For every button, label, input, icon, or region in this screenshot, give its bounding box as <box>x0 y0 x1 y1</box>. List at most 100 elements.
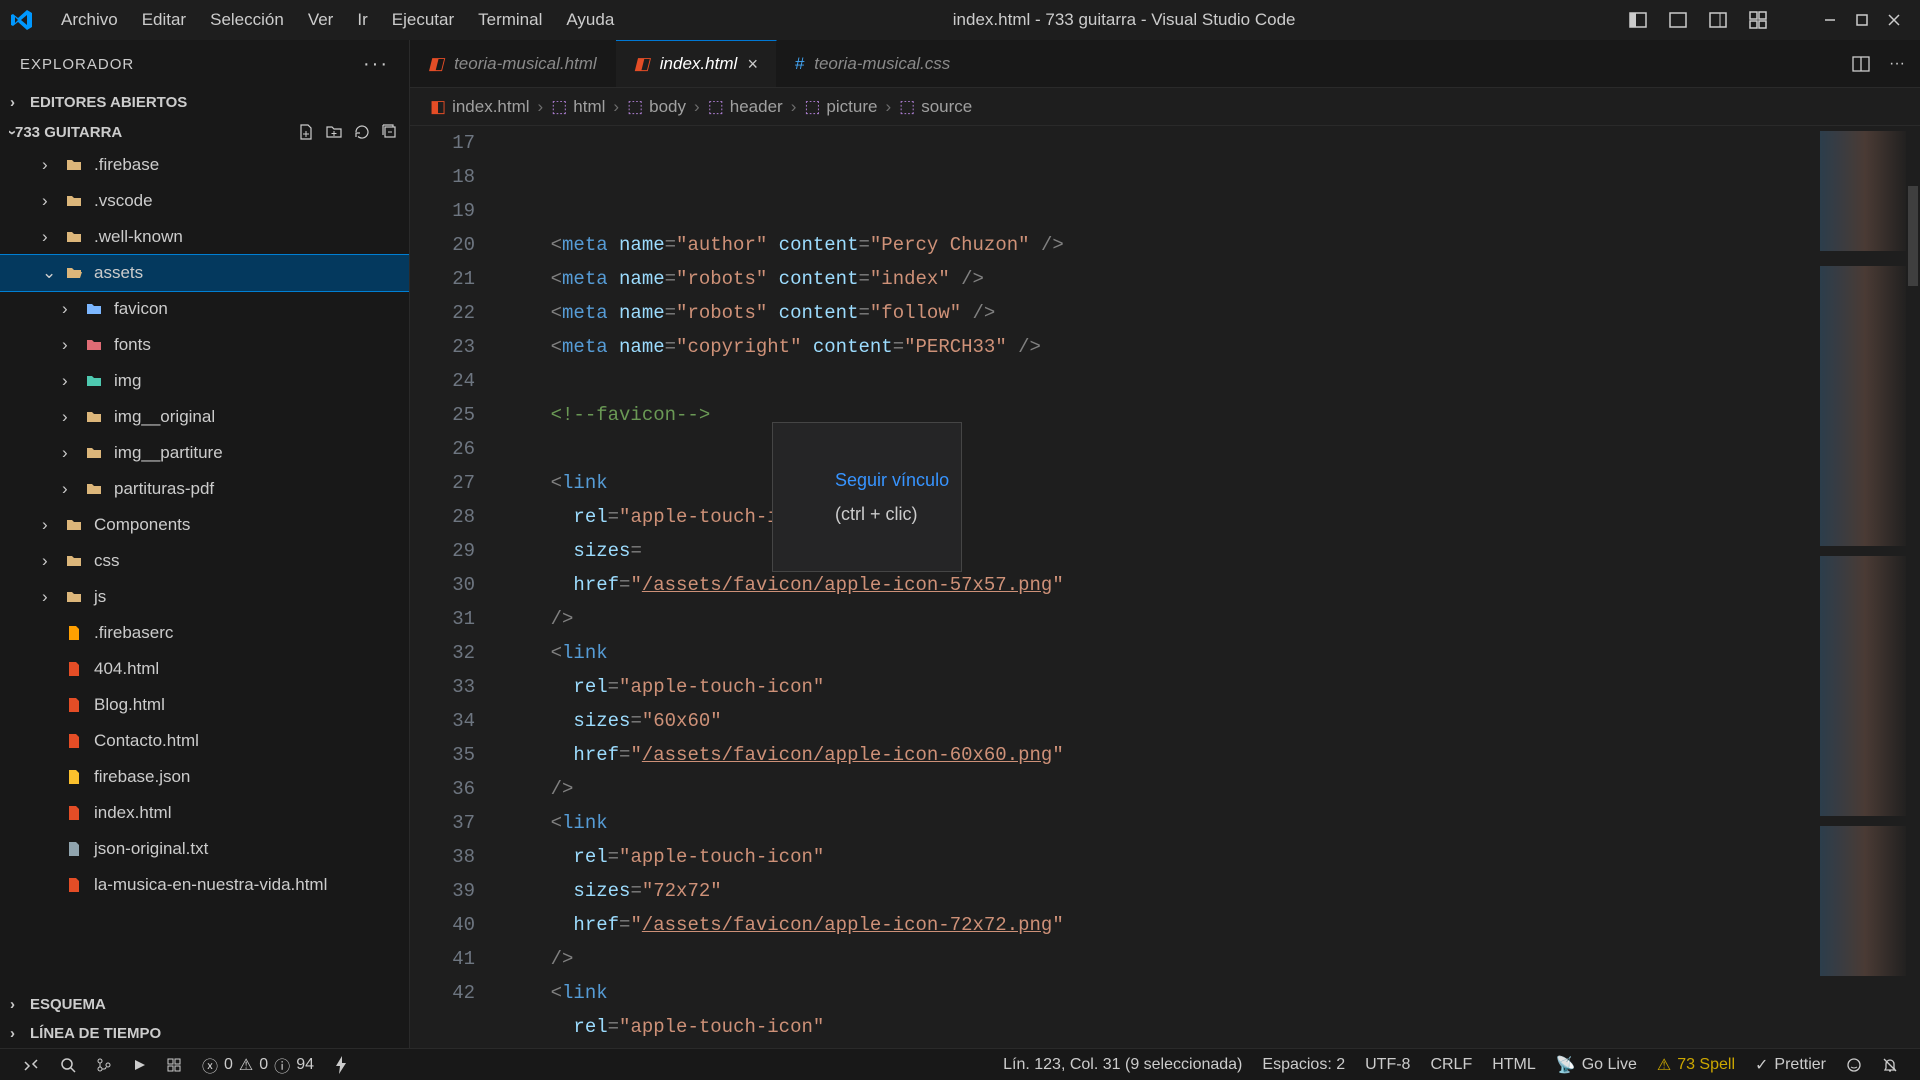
scrollbar-thumb[interactable] <box>1908 186 1918 286</box>
collapse-all-icon[interactable] <box>381 123 399 141</box>
tree-folder-favicon[interactable]: ›favicon <box>0 291 409 327</box>
code-line[interactable]: /> <box>505 942 1810 976</box>
breadcrumb-item[interactable]: ⬚picture <box>804 97 877 117</box>
tree-folder-assets[interactable]: ⌄assets <box>0 255 409 291</box>
close-tab-icon[interactable]: × <box>747 54 758 75</box>
code-line[interactable] <box>505 364 1810 398</box>
search-icon[interactable] <box>50 1057 86 1073</box>
menu-seleccion[interactable]: Selección <box>198 10 296 30</box>
tree-file-firebase-json[interactable]: firebase.json <box>0 759 409 795</box>
new-file-icon[interactable] <box>297 123 315 141</box>
eol-status[interactable]: CRLF <box>1420 1055 1482 1075</box>
code-line[interactable]: <link <box>505 466 1810 500</box>
code-line[interactable]: href="/assets/favicon/apple-icon-72x72.p… <box>505 908 1810 942</box>
code-line[interactable]: <meta name="author" content="Percy Chuzo… <box>505 228 1810 262</box>
tree-file-blog-html[interactable]: Blog.html <box>0 687 409 723</box>
debug-icon[interactable] <box>122 1058 156 1072</box>
menu-archivo[interactable]: Archivo <box>49 10 130 30</box>
code-line[interactable]: rel="apple-touch-icon" <box>505 670 1810 704</box>
source-control-icon[interactable] <box>86 1057 122 1073</box>
code-line[interactable]: <meta name="robots" content="follow" /> <box>505 296 1810 330</box>
menu-ver[interactable]: Ver <box>296 10 346 30</box>
code-line[interactable]: sizes= <box>505 534 1810 568</box>
extensions-icon[interactable] <box>156 1057 192 1073</box>
code-line[interactable]: sizes="72x72" <box>505 874 1810 908</box>
window-close-icon[interactable] <box>1878 4 1910 36</box>
language-status[interactable]: HTML <box>1482 1055 1546 1075</box>
menu-ir[interactable]: Ir <box>345 10 379 30</box>
code-line[interactable]: sizes="60x60" <box>505 704 1810 738</box>
editor-more-icon[interactable]: ··· <box>1889 55 1905 73</box>
open-editors-section[interactable]: › EDITORES ABIERTOS <box>0 88 409 117</box>
code-line[interactable]: rel="apple-touch-icon" <box>505 500 1810 534</box>
scrollbar[interactable] <box>1906 126 1920 1048</box>
code-content[interactable]: <meta name="author" content="Percy Chuzo… <box>505 126 1810 1048</box>
tree-file-json-original-txt[interactable]: json-original.txt <box>0 831 409 867</box>
code-line[interactable]: href="/assets/favicon/apple-icon-60x60.p… <box>505 738 1810 772</box>
notifications-icon[interactable] <box>1872 1055 1908 1075</box>
remote-icon[interactable] <box>12 1056 50 1074</box>
prettier-status[interactable]: ✓Prettier <box>1745 1055 1836 1075</box>
tree-folder--firebase[interactable]: ›.firebase <box>0 147 409 183</box>
go-live-button[interactable]: 📡Go Live <box>1546 1055 1647 1075</box>
tree-folder-img--original[interactable]: ›img__original <box>0 399 409 435</box>
tree-folder--well-known[interactable]: ›.well-known <box>0 219 409 255</box>
tree-folder-fonts[interactable]: ›fonts <box>0 327 409 363</box>
tree-folder-partituras-pdf[interactable]: ›partituras-pdf <box>0 471 409 507</box>
spell-status[interactable]: ⚠73 Spell <box>1647 1055 1745 1075</box>
tree-file-index-html[interactable]: index.html <box>0 795 409 831</box>
tab-teoria-musical-css[interactable]: # teoria-musical.css <box>777 40 970 87</box>
tree-folder-js[interactable]: ›js <box>0 579 409 615</box>
refresh-icon[interactable] <box>353 123 371 141</box>
editor-body[interactable]: 1718192021222324252627282930313233343536… <box>410 126 1920 1048</box>
code-line[interactable]: /> <box>505 602 1810 636</box>
menu-editar[interactable]: Editar <box>130 10 198 30</box>
code-line[interactable]: /> <box>505 772 1810 806</box>
minimap[interactable] <box>1810 126 1920 1048</box>
code-line[interactable]: <link <box>505 636 1810 670</box>
tooltip-link[interactable]: Seguir vínculo <box>835 470 949 490</box>
window-maximize-icon[interactable] <box>1846 4 1878 36</box>
tree-file-la-musica-en-nuestra-vida-html[interactable]: la-musica-en-nuestra-vida.html <box>0 867 409 903</box>
new-folder-icon[interactable] <box>325 123 343 141</box>
tree-file-contacto-html[interactable]: Contacto.html <box>0 723 409 759</box>
tree-folder-img[interactable]: ›img <box>0 363 409 399</box>
layout-customize-icon[interactable] <box>1742 4 1774 36</box>
tab-index-html[interactable]: ◧ index.html × <box>616 40 777 87</box>
tree-folder-components[interactable]: ›Components <box>0 507 409 543</box>
tree-folder-img--partiture[interactable]: ›img__partiture <box>0 435 409 471</box>
code-line[interactable]: <meta name="copyright" content="PERCH33"… <box>505 330 1810 364</box>
code-line[interactable]: rel="apple-touch-icon" <box>505 840 1810 874</box>
code-line[interactable]: <meta name="robots" content="index" /> <box>505 262 1810 296</box>
tree-file--firebaserc[interactable]: .firebaserc <box>0 615 409 651</box>
code-line[interactable]: <link <box>505 976 1810 1010</box>
tab-teoria-musical-html[interactable]: ◧ teoria-musical.html <box>410 40 616 87</box>
cursor-position[interactable]: Lín. 123, Col. 31 (9 seleccionada) <box>993 1055 1252 1075</box>
linea-tiempo-section[interactable]: › LÍNEA DE TIEMPO <box>0 1019 409 1048</box>
project-header[interactable]: › 733 GUITARRA <box>0 117 409 147</box>
code-line[interactable]: <!--favicon--> <box>505 398 1810 432</box>
breadcrumb-item[interactable]: ◧index.html <box>430 97 530 117</box>
code-line[interactable]: <link <box>505 806 1810 840</box>
breadcrumb-item[interactable]: ⬚header <box>708 97 783 117</box>
layout-sidebar-right-icon[interactable] <box>1702 4 1734 36</box>
code-line[interactable] <box>505 432 1810 466</box>
menu-ayuda[interactable]: Ayuda <box>554 10 626 30</box>
breadcrumb-item[interactable]: ⬚html <box>551 97 605 117</box>
window-minimize-icon[interactable] <box>1814 4 1846 36</box>
encoding-status[interactable]: UTF-8 <box>1355 1055 1420 1075</box>
tree-folder--vscode[interactable]: ›.vscode <box>0 183 409 219</box>
indentation-status[interactable]: Espacios: 2 <box>1252 1055 1355 1075</box>
explorer-more-icon[interactable]: ··· <box>363 53 389 76</box>
breadcrumb-item[interactable]: ⬚body <box>627 97 686 117</box>
layout-panel-bottom-icon[interactable] <box>1662 4 1694 36</box>
menu-ejecutar[interactable]: Ejecutar <box>380 10 466 30</box>
split-editor-icon[interactable] <box>1851 54 1871 74</box>
live-server-port-icon[interactable] <box>324 1056 358 1074</box>
code-line[interactable]: rel="apple-touch-icon" <box>505 1010 1810 1044</box>
menu-terminal[interactable]: Terminal <box>466 10 554 30</box>
tree-file-404-html[interactable]: 404.html <box>0 651 409 687</box>
esquema-section[interactable]: › ESQUEMA <box>0 990 409 1019</box>
code-line[interactable]: href="/assets/favicon/apple-icon-57x57.p… <box>505 568 1810 602</box>
tree-folder-css[interactable]: ›css <box>0 543 409 579</box>
